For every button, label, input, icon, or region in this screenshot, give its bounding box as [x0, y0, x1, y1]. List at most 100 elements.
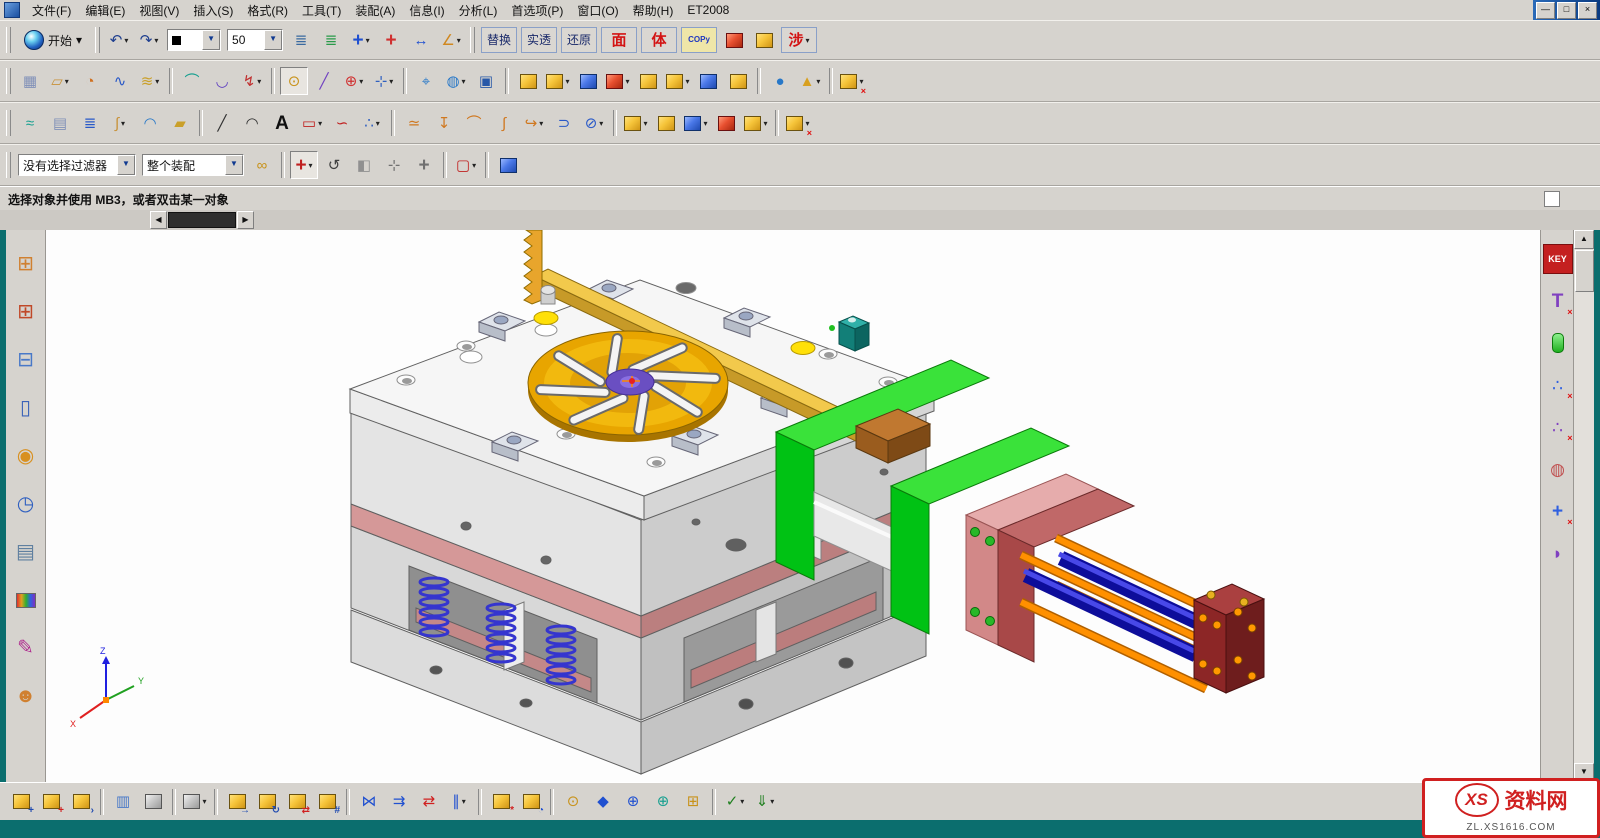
molecule-icon[interactable]: ∴ × [1543, 370, 1573, 400]
open-component-icon[interactable]: › [67, 788, 95, 816]
n-sided-surface-icon[interactable]: ◠ [136, 109, 164, 137]
taper-icon[interactable] [724, 67, 752, 95]
app-icon[interactable] [4, 2, 20, 18]
project-curve-icon[interactable]: ↧ [430, 109, 458, 137]
undo-icon[interactable]: ↶ ▾ [105, 26, 133, 54]
pocket-tool-icon[interactable]: ▣ [472, 67, 500, 95]
toolbar-grip[interactable] [6, 110, 11, 136]
toolbar-grip[interactable] [6, 27, 11, 53]
gold-solid-icon[interactable] [750, 26, 778, 54]
sketch-icon[interactable]: ▦ [16, 67, 44, 95]
sequence-icon[interactable]: ◔ [517, 788, 545, 816]
swap-components-icon[interactable]: ⇄ [415, 788, 443, 816]
snap-point-icon[interactable]: + ▾ [290, 151, 318, 179]
move-handle-icon[interactable]: + [410, 151, 438, 179]
pen-markup-icon[interactable]: ✎ [9, 631, 43, 665]
restore-button[interactable]: 还原 [561, 27, 597, 53]
wcs-dynamics-icon[interactable]: + ▾ [347, 26, 375, 54]
interpart-link-icon[interactable]: ◆ [589, 788, 617, 816]
interference-icon[interactable]: ⊕ [649, 788, 677, 816]
line-style-combo[interactable]: ▼ [167, 29, 221, 51]
menu-window[interactable]: 窗口(O) [570, 0, 625, 21]
pattern-component-icon[interactable]: # [313, 788, 341, 816]
arrangements-icon[interactable]: ⇓ ▾ [751, 788, 779, 816]
datum-plane-icon[interactable]: ▱ ▾ [46, 67, 74, 95]
scroll-up-button[interactable]: ▲ [1574, 230, 1594, 249]
split-body-icon[interactable]: ▾ [742, 109, 770, 137]
beads-cup-icon[interactable]: ∴ × [1543, 412, 1573, 442]
redo-icon[interactable]: ↷ ▾ [135, 26, 163, 54]
clearance-analysis-icon[interactable]: ⊕ [619, 788, 647, 816]
chevron-down-icon[interactable]: ▼ [117, 155, 135, 175]
wave-link-icon[interactable]: ⊙ [559, 788, 587, 816]
rectangle-select-icon[interactable]: ▢ ▾ [452, 151, 480, 179]
offset-curve-icon[interactable]: ≃ [400, 109, 428, 137]
unite-icon[interactable] [574, 67, 602, 95]
edge-blend-icon[interactable] [634, 67, 662, 95]
scroll-right-button[interactable]: ▶ [237, 211, 254, 229]
bounded-plane-icon[interactable]: ▰ [166, 109, 194, 137]
instance-geometry-icon[interactable]: ▾ [622, 109, 650, 137]
menu-view[interactable]: 视图(V) [132, 0, 186, 21]
purple-part-icon[interactable]: ◗ [1543, 538, 1573, 568]
red-solid-icon[interactable] [720, 26, 748, 54]
swept-icon[interactable]: ∫ ▾ [106, 109, 134, 137]
beaker-icon[interactable]: ◍ [1543, 454, 1573, 484]
replace-component-icon[interactable]: ⇄ [283, 788, 311, 816]
chevron-down-icon[interactable]: ▼ [202, 30, 220, 50]
bridge-curve-icon[interactable]: ⌒ [460, 109, 488, 137]
sketch-line-icon[interactable]: ╱ [310, 67, 338, 95]
toolbar-grip[interactable] [470, 27, 475, 53]
measure-angle-icon[interactable]: ∠ ▾ [437, 26, 465, 54]
pattern-feature-icon[interactable] [652, 109, 680, 137]
levels-gauge-icon[interactable]: ▯ [9, 391, 43, 425]
arc-tool-icon[interactable]: ⌒ [178, 67, 206, 95]
translucency-button[interactable]: 实透 [521, 27, 557, 53]
replace-button[interactable]: 替换 [481, 27, 517, 53]
menu-insert[interactable]: 插入(S) [186, 0, 240, 21]
boss-tool-icon[interactable]: ◍ ▾ [442, 67, 470, 95]
menu-edit[interactable]: 编辑(E) [78, 0, 132, 21]
selection-filter-combo[interactable]: 没有选择过滤器 ▼ [18, 154, 136, 176]
prompt-resize-handle[interactable] [1544, 191, 1560, 207]
hd3d-report-icon[interactable] [9, 583, 43, 617]
maximize-button[interactable]: □ [1557, 2, 1576, 19]
structure-report-icon[interactable]: ⊞ [679, 788, 707, 816]
menu-help[interactable]: 帮助(H) [626, 0, 681, 21]
copy-icon[interactable]: COPy [681, 27, 717, 53]
contacts-icon[interactable]: ☻ [9, 679, 43, 713]
menu-information[interactable]: 信息(I) [402, 0, 451, 21]
start-button[interactable]: 开始 ▾ [17, 25, 89, 55]
wrap-curve-icon[interactable]: ↪ ▾ [520, 109, 548, 137]
menu-format[interactable]: 格式(R) [240, 0, 295, 21]
move-to-layer-icon[interactable]: ≣ [317, 26, 345, 54]
assembly-navigator-icon[interactable]: ⊞ [9, 247, 43, 281]
delete-face-icon[interactable]: ▾ × [838, 67, 866, 95]
toolbar-grip[interactable] [6, 68, 11, 94]
scrollbar-thumb[interactable] [1575, 250, 1594, 292]
point-set-icon[interactable]: ∴ ▾ [358, 109, 386, 137]
assembly-constraints-icon[interactable]: ∥ ▾ [445, 788, 473, 816]
body-button[interactable]: 体 [641, 27, 677, 53]
shaded-view-icon[interactable] [494, 151, 522, 179]
through-curve-mesh-icon[interactable]: ≋ ▾ [136, 67, 164, 95]
select-component-icon[interactable]: ▾ [181, 788, 209, 816]
constraint-navigator-icon[interactable]: ⊞ [9, 295, 43, 329]
chevron-down-icon[interactable]: ▼ [225, 155, 243, 175]
model-teal-block[interactable] [829, 316, 869, 351]
conic-tool-icon[interactable]: ◡ [208, 67, 236, 95]
menu-tools[interactable]: 工具(T) [295, 0, 348, 21]
add-component-icon[interactable]: + [7, 788, 35, 816]
notes-icon[interactable]: ▤ [9, 535, 43, 569]
part-navigator-icon[interactable]: ⊟ [9, 343, 43, 377]
subtract-icon[interactable]: ▾ [604, 67, 632, 95]
scroll-left-button[interactable]: ◀ [150, 211, 167, 229]
component-set-icon[interactable] [139, 788, 167, 816]
minimize-button[interactable]: — [1536, 2, 1555, 19]
chamfer-icon[interactable]: ▾ [664, 67, 692, 95]
layer-settings-icon[interactable]: ≣ [287, 26, 315, 54]
close-button[interactable]: × [1578, 2, 1597, 19]
assembly-rings-icon[interactable]: ∞ [248, 151, 276, 179]
key-icon[interactable]: KEY [1543, 244, 1573, 274]
wcs-rotate-icon[interactable]: + [377, 26, 405, 54]
